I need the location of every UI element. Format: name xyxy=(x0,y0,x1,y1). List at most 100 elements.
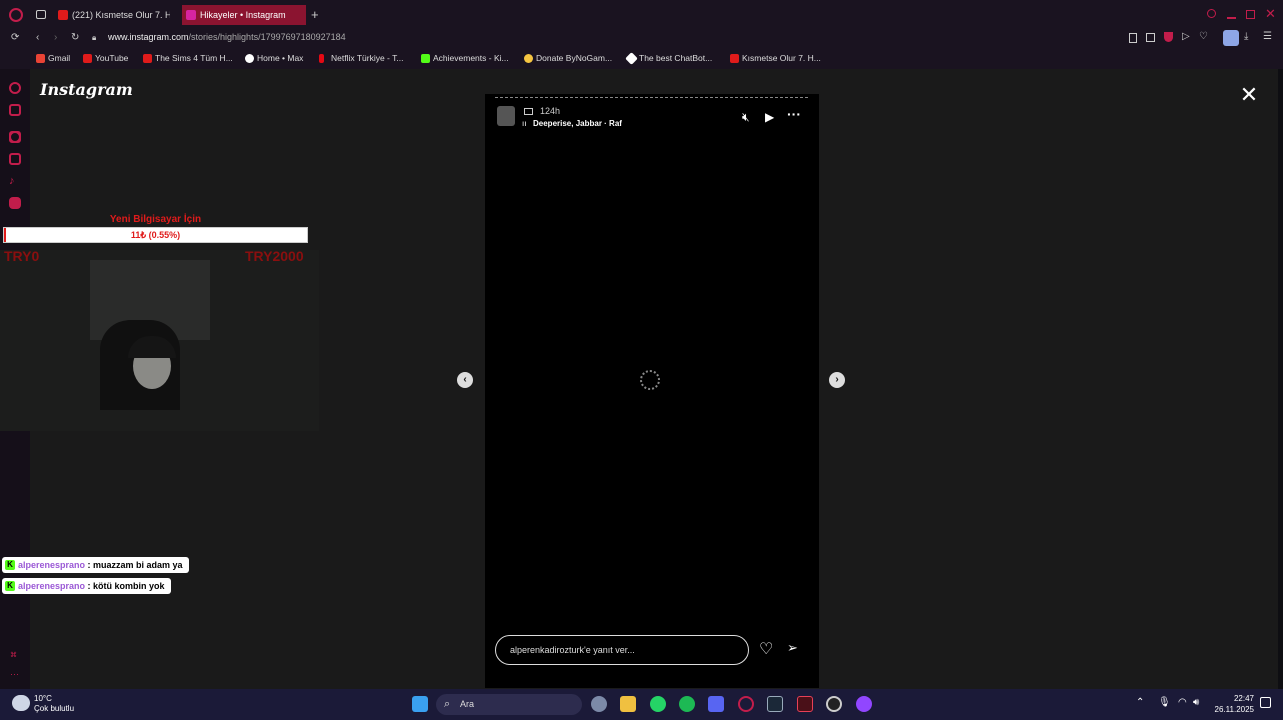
tiktok-icon[interactable]: ♪ xyxy=(9,175,21,187)
instagram-icon xyxy=(186,10,196,20)
download-icon[interactable]: ⤓ xyxy=(1244,31,1248,42)
chat-message: Kalperenesprano : kötü kombin yok xyxy=(2,578,171,594)
search-icon: ⌕ xyxy=(444,698,451,710)
previous-story-button[interactable]: ‹ xyxy=(457,372,473,388)
play-icon[interactable]: ▷ xyxy=(1182,31,1190,42)
donation-max-label: TRY2000 xyxy=(245,248,304,264)
opera-logo-icon[interactable] xyxy=(9,8,23,22)
tab-label: (221) Kısmetse Olur 7. Ha xyxy=(72,10,170,20)
youtube-icon xyxy=(730,54,739,63)
tab-instagram[interactable]: Hikayeler • Instagram xyxy=(182,5,306,25)
sidebar-extra-icon[interactable]: ⌘ xyxy=(10,651,17,659)
maximize-button[interactable] xyxy=(1246,10,1255,19)
new-tab-button[interactable]: + xyxy=(311,7,319,22)
notification-icon[interactable] xyxy=(1260,697,1271,708)
weather-condition: Çok bulutlu xyxy=(34,704,75,713)
gmail-icon xyxy=(36,54,45,63)
heart-icon[interactable]: ♡ xyxy=(1199,31,1208,42)
more-options-icon[interactable]: ··· xyxy=(787,106,801,122)
aria-icon[interactable] xyxy=(9,82,21,94)
steam-icon[interactable] xyxy=(767,696,783,712)
search-tabs-icon[interactable] xyxy=(1207,9,1216,18)
bookmark-gmail[interactable]: Gmail xyxy=(36,53,70,63)
story-viewer[interactable]: 124h ıı Deeperise, Jabbar · Raf 🔇︎ ▶ ···… xyxy=(485,94,819,688)
send-icon[interactable]: ➢ xyxy=(787,640,798,656)
twitch-icon[interactable] xyxy=(9,104,21,116)
spotify-icon[interactable] xyxy=(679,696,695,712)
instagram-icon[interactable] xyxy=(9,153,21,165)
bookmark-kick[interactable]: Achievements - Ki... xyxy=(421,53,509,63)
play-icon[interactable]: ▶ xyxy=(765,110,774,124)
bookmark-kismetse[interactable]: Kısmetse Olur 7. H... xyxy=(730,53,821,63)
story-time: 124h xyxy=(540,106,561,116)
show-hidden-icons[interactable]: ⌃ xyxy=(1136,697,1144,708)
discord-icon[interactable] xyxy=(708,696,724,712)
wifi-icon[interactable]: ◠ xyxy=(1178,697,1187,708)
donate-icon xyxy=(524,54,533,63)
reload-sync-icon[interactable]: ⟳ xyxy=(11,32,19,43)
donation-progress-bar: 11₺ (0.55%) xyxy=(3,227,308,243)
tab-youtube[interactable]: (221) Kısmetse Olur 7. Ha xyxy=(54,5,170,25)
tab-overview-icon[interactable] xyxy=(36,10,46,19)
opera-icon[interactable] xyxy=(738,696,754,712)
file-explorer-icon[interactable] xyxy=(620,696,636,712)
reply-input[interactable] xyxy=(495,635,749,665)
url-path: /stories/highlights/17997697180927184 xyxy=(188,32,346,42)
url-field[interactable]: www.instagram.com/stories/highlights/179… xyxy=(108,32,346,42)
address-bar: ⟳ ‹ › ↻ 🔒︎ www.instagram.com/stories/hig… xyxy=(0,29,1283,49)
menu-icon[interactable]: ☰ xyxy=(1263,31,1272,42)
chat-text: : muazzam bi adam ya xyxy=(85,560,183,570)
profile-avatar[interactable] xyxy=(1223,30,1239,46)
reload-icon[interactable]: ↻ xyxy=(71,32,79,43)
twitch-icon[interactable] xyxy=(856,696,872,712)
obs-icon[interactable] xyxy=(826,696,842,712)
close-story-button[interactable]: ✕ xyxy=(1238,84,1260,106)
netflix-icon xyxy=(319,54,324,63)
whatsapp-icon[interactable] xyxy=(650,696,666,712)
bookmark-sims[interactable]: The Sims 4 Tüm H... xyxy=(143,53,233,63)
lock-icon: 🔒︎ xyxy=(92,33,97,42)
sidebar-more-icon[interactable]: ··· xyxy=(10,669,19,679)
settings-gear-icon[interactable] xyxy=(591,696,607,712)
mute-icon[interactable]: 🔇︎ xyxy=(742,110,750,125)
snapshot-icon[interactable] xyxy=(1129,33,1137,43)
back-icon[interactable]: ‹ xyxy=(36,32,39,43)
weather-widget[interactable]: 10°C Çok bulutlu xyxy=(34,694,74,714)
valorant-icon[interactable] xyxy=(797,696,813,712)
bookmark-label: YouTube xyxy=(95,53,129,63)
webcam-overlay xyxy=(0,250,319,431)
max-icon xyxy=(245,54,254,63)
bookmark-label: Achievements - Ki... xyxy=(433,53,509,63)
bookmark-donate[interactable]: Donate ByNoGam... xyxy=(524,53,612,63)
forward-icon[interactable]: › xyxy=(54,32,57,43)
next-story-button[interactable]: › xyxy=(829,372,845,388)
bookmark-chatbot[interactable]: The best ChatBot... xyxy=(625,52,712,65)
microphone-icon[interactable]: 🎙︎ xyxy=(1158,697,1171,708)
story-music[interactable]: Deeperise, Jabbar · Raf xyxy=(533,119,622,128)
chatbot-icon xyxy=(625,52,638,65)
like-heart-icon[interactable]: ♡ xyxy=(759,639,773,659)
sims-icon xyxy=(143,54,152,63)
system-clock[interactable]: 22:47 26.11.2025 xyxy=(1215,693,1254,715)
story-avatar[interactable] xyxy=(497,106,515,126)
instagram-logo[interactable]: Instagram xyxy=(40,80,133,99)
close-window-button[interactable]: ✕ xyxy=(1265,6,1276,22)
crop-icon[interactable] xyxy=(1146,33,1155,42)
whatsapp-icon[interactable] xyxy=(9,131,21,143)
bookmark-max[interactable]: Home • Max xyxy=(245,53,303,63)
kick-icon: K xyxy=(5,581,15,591)
weather-icon[interactable] xyxy=(12,695,30,711)
youtube-icon xyxy=(83,54,92,63)
start-windows-icon[interactable] xyxy=(412,696,428,712)
shield-icon[interactable] xyxy=(1164,32,1173,42)
minimize-button[interactable] xyxy=(1227,17,1236,19)
bookmark-netflix[interactable]: Netflix Türkiye - T... xyxy=(319,53,403,63)
discord-icon[interactable] xyxy=(9,197,21,209)
volume-icon[interactable]: 🔊︎ xyxy=(1193,697,1199,708)
bookmark-youtube[interactable]: YouTube xyxy=(83,53,128,63)
taskbar-search[interactable]: ⌕ Ara xyxy=(436,694,582,715)
story-progress-bar xyxy=(495,97,808,98)
music-icon: ıı xyxy=(522,119,527,128)
youtube-icon xyxy=(58,10,68,20)
donation-goal-title: Yeni Bilgisayar İçin xyxy=(109,214,202,225)
